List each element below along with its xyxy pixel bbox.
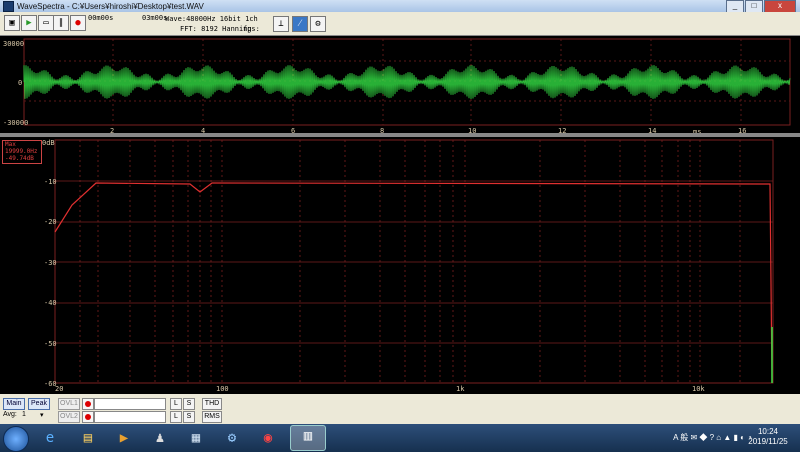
s-button[interactable]: S — [183, 398, 195, 410]
main-button[interactable]: Main — [3, 398, 25, 410]
wave-y-label: -30000 — [3, 119, 29, 127]
media-player-icon[interactable]: ▶ — [114, 428, 134, 448]
spec-x-label: 20 — [55, 385, 64, 393]
spec-x-label: 10k — [692, 385, 705, 393]
wave-frame — [23, 38, 791, 126]
start-button[interactable] — [3, 426, 29, 452]
spec-y-label: -10 — [44, 178, 57, 186]
spectrum-frame — [54, 139, 774, 384]
graph-icon[interactable]: ⁄ — [292, 16, 308, 32]
time-start: 00m00s — [88, 14, 114, 22]
l-button[interactable]: L — [170, 398, 182, 410]
avg-label: Avg: — [3, 411, 17, 418]
clock-time: 10:24 — [757, 427, 779, 436]
wave-info: Wave:48000Hz 16bit 1ch — [165, 15, 258, 23]
fft-info: FFT: 8192 Hanning — [180, 25, 252, 33]
record-icon[interactable]: ● — [70, 15, 86, 31]
chrome-icon[interactable]: ◉ — [258, 428, 278, 448]
ovl1-indicator: OVL1 — [58, 398, 80, 410]
explorer-icon[interactable]: ▤ — [78, 428, 98, 448]
ie-icon[interactable]: e — [40, 428, 60, 448]
app-icon — [3, 0, 14, 12]
play-icon[interactable]: ▶ — [21, 15, 37, 31]
taskbar: e ▤ ▶ ♟ ▦ ⚙ ◉ ▥ A 般 ✉ ◆ ? ⌂ ▲ ▮ ◐ ◔ 10:2… — [0, 424, 800, 452]
chevron-down-icon[interactable]: ▾ — [40, 411, 44, 419]
hold-icon[interactable]: ⊥ — [273, 16, 289, 32]
time-end: 03m00s — [142, 14, 168, 22]
waveform-trace — [23, 65, 791, 100]
waveform-pane: 30000 0 -30000 2 4 6 8 10 12 14 ms 16 — [0, 36, 800, 136]
s-button[interactable]: S — [183, 411, 195, 423]
spec-y-label: -50 — [44, 340, 57, 348]
ovl2-indicator: OVL2 — [58, 411, 80, 423]
peak-button[interactable]: Peak — [28, 398, 50, 410]
network-icon[interactable]: ♟ — [150, 428, 170, 448]
toolbar: ▣ ▶ ▭ ∥ ● 00m00s 03m00s Wave:48000Hz 16b… — [0, 12, 800, 42]
spec-y-label: -30 — [44, 259, 57, 267]
spec-x-label: 100 — [216, 385, 229, 393]
record-l-icon[interactable] — [82, 398, 94, 410]
thd-button[interactable]: THD — [202, 398, 222, 410]
people-icon[interactable]: ⚙ — [222, 428, 242, 448]
window-title: WaveSpectra - C:¥Users¥hiroshi¥Desktop¥t… — [17, 1, 204, 11]
clock-date: 2019/11/25 — [748, 437, 788, 446]
folder-icon[interactable]: ▦ — [186, 428, 206, 448]
level-field-l — [94, 398, 166, 410]
settings-icon[interactable]: ⚙ — [310, 16, 326, 32]
spectrum-pane: 0dB -10 -20 -30 -40 -50 -60 20 100 1k 10… — [0, 137, 800, 394]
rms-button[interactable]: RMS — [202, 411, 222, 423]
fps-label: fps: — [243, 25, 260, 33]
spec-x-label: 1k — [456, 385, 465, 393]
spec-y-label: -40 — [44, 299, 57, 307]
peak-readout: Max 19999.0Hz -49.74dB — [2, 140, 42, 164]
pause-icon[interactable]: ∥ — [53, 15, 69, 31]
spectrum-trace — [54, 182, 773, 384]
wavespectra-taskbar-icon[interactable]: ▥ — [290, 425, 326, 451]
ime-indicator[interactable]: A 般 — [673, 433, 688, 442]
wave-y-label: 0 — [18, 79, 23, 87]
spec-y-label: -20 — [44, 218, 57, 226]
open-icon[interactable]: ▣ — [4, 15, 20, 31]
l-button[interactable]: L — [170, 411, 182, 423]
avg-select[interactable]: 1 — [22, 411, 26, 418]
wave-y-label: 30000 — [3, 40, 25, 48]
waveform-plot — [23, 38, 791, 126]
record-r-icon[interactable] — [82, 411, 94, 423]
clock[interactable]: 10:24 2019/11/25 — [740, 427, 796, 447]
spectrum-plot — [54, 139, 774, 384]
title-bar: WaveSpectra - C:¥Users¥hiroshi¥Desktop¥t… — [0, 0, 800, 13]
readout-freq: 19999.0Hz — [5, 148, 38, 155]
readout-level: -49.74dB — [5, 155, 34, 162]
spec-y-label: 0dB — [42, 139, 55, 147]
status-panel: Main Peak OVL1 L S THD Avg: 1 ▾ OVL2 L S… — [0, 394, 800, 424]
readout-mode: Max — [5, 141, 16, 148]
level-field-r — [94, 411, 166, 423]
stop-icon[interactable]: ▭ — [38, 15, 54, 31]
